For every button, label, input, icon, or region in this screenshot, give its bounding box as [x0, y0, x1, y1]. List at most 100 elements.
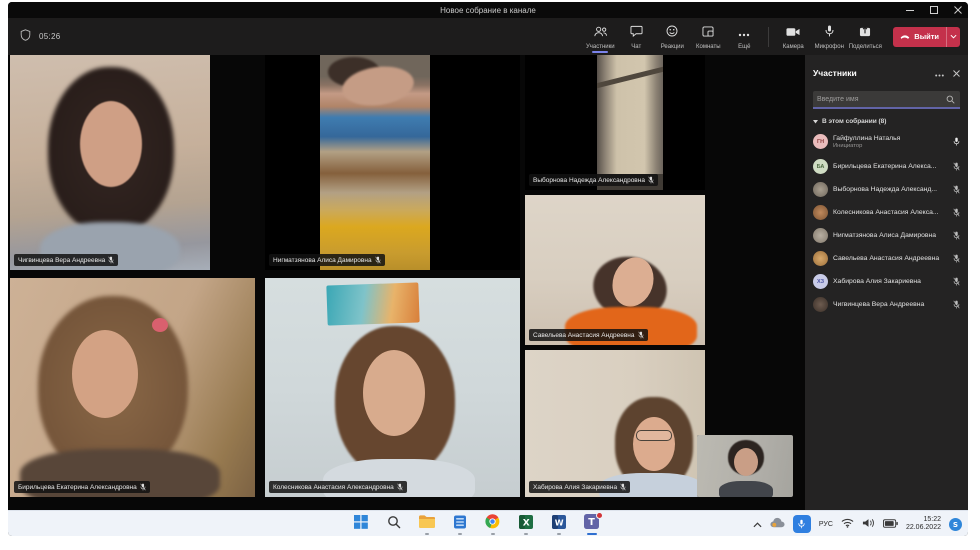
person-face	[363, 350, 425, 436]
participant-row[interactable]: Нигматзянова Алиса Дамировна	[813, 224, 960, 247]
microphone-button[interactable]: Микрофон	[811, 18, 847, 55]
phone-hangup-icon	[900, 32, 910, 41]
running-indicator	[557, 533, 561, 535]
leave-options-chevron[interactable]	[946, 27, 960, 47]
notebook-app-button[interactable]	[451, 513, 468, 535]
self-view-tile[interactable]	[697, 435, 793, 497]
participant-row[interactable]: Чигвинцева Вера Андреевна	[813, 293, 960, 316]
participants-button[interactable]: Участники	[582, 18, 618, 55]
participant-row[interactable]: Выборнова Надежда Александ...	[813, 178, 960, 201]
camera-button[interactable]: Камера	[775, 18, 811, 55]
teams-button[interactable]: T	[583, 513, 600, 535]
mic-muted-icon[interactable]	[950, 208, 960, 217]
microphone-active-icon[interactable]	[793, 515, 811, 533]
chrome-button[interactable]	[484, 513, 501, 535]
participant-name-label: Чигвинцева Вера Андреевна	[14, 254, 118, 266]
word-button[interactable]: W	[550, 513, 567, 535]
video-feed	[597, 55, 663, 190]
share-button[interactable]: Поделиться	[847, 18, 883, 55]
leave-button[interactable]: Выйти	[893, 27, 960, 47]
participant-row[interactable]: Колесникова Анастасия Алекса...	[813, 201, 960, 224]
mic-muted-icon[interactable]	[950, 231, 960, 240]
windows-taskbar: X W T РУС 15:22 22.06.2022	[8, 510, 968, 536]
participant-search[interactable]	[813, 91, 960, 109]
chevron-up-icon[interactable]	[753, 515, 762, 533]
panel-more-icon[interactable]	[935, 64, 944, 82]
participant-row[interactable]: ХЗ Хабирова Алия Закариевна	[813, 270, 960, 293]
video-tile-khabirova[interactable]: Хабирова Алия Закариевна	[525, 350, 705, 497]
running-indicator	[458, 533, 462, 535]
svg-text:S: S	[953, 520, 958, 529]
close-button[interactable]	[954, 6, 962, 14]
minimize-button[interactable]	[906, 6, 914, 14]
participant-name: Хабирова Алия Закариевна	[833, 278, 945, 285]
maximize-button[interactable]	[930, 6, 938, 14]
running-indicator	[491, 533, 495, 535]
share-icon	[859, 24, 871, 42]
search-icon	[946, 95, 960, 104]
participant-row[interactable]: ГН Гайфуллина Наталья Инициатор	[813, 128, 960, 155]
search-input[interactable]	[813, 96, 946, 103]
time-label: 15:22	[906, 516, 941, 524]
rooms-icon	[702, 24, 714, 42]
more-button[interactable]: Ещё	[726, 18, 762, 55]
person-body	[719, 481, 773, 497]
in-meeting-section[interactable]: В этом собрании (8)	[813, 118, 960, 125]
taskbar-search-button[interactable]	[385, 513, 402, 535]
video-tile-savelyeva[interactable]: Савельева Анастасия Андреевна	[525, 195, 705, 345]
participant-row[interactable]: Савельева Анастасия Андреевна	[813, 247, 960, 270]
panel-close-icon[interactable]	[953, 64, 960, 82]
in-meeting-label: В этом собрании (8)	[822, 118, 886, 125]
window-titlebar: Новое собрание в канале	[8, 2, 968, 18]
video-feed	[10, 55, 210, 270]
chat-button[interactable]: Чат	[618, 18, 654, 55]
share-label: Поделиться	[849, 44, 882, 50]
video-tile-kolesnikova[interactable]: Колесникова Анастасия Александровна	[265, 278, 520, 497]
running-indicator-active	[587, 533, 597, 535]
notebook-app-icon	[453, 515, 467, 534]
video-tile-nigmatzyanova[interactable]: Нигматзянова Алиса Дамировна	[265, 55, 520, 270]
video-tile-chigvintseva[interactable]: Чигвинцева Вера Андреевна	[10, 55, 210, 270]
volume-icon[interactable]	[862, 515, 875, 533]
excel-button[interactable]: X	[517, 513, 534, 535]
language-indicator[interactable]: РУС	[819, 521, 833, 528]
participant-name-label: Хабирова Алия Закариевна	[529, 481, 630, 493]
rooms-button[interactable]: Комнаты	[690, 18, 726, 55]
notification-badge	[596, 512, 603, 519]
avatar-photo	[813, 228, 828, 243]
excel-icon: X	[519, 515, 533, 534]
camera-label: Камера	[783, 44, 804, 50]
video-feed	[697, 435, 793, 497]
video-tile-biriltseva[interactable]: Бирильцева Екатерина Александровна	[10, 278, 255, 497]
avatar: БА	[813, 159, 828, 174]
participant-name: Выборнова Надежда Александ...	[833, 186, 945, 193]
file-explorer-button[interactable]	[418, 513, 435, 535]
wifi-icon[interactable]	[841, 515, 854, 533]
avatar-photo	[813, 205, 828, 220]
shield-icon	[20, 28, 31, 46]
onedrive-cloud-icon[interactable]	[770, 515, 785, 533]
skype-icon[interactable]: S	[949, 518, 962, 531]
meeting-stage: Чигвинцева Вера Андреевна Нигматзянова А…	[8, 55, 805, 510]
running-indicator	[524, 533, 528, 535]
battery-icon[interactable]	[883, 515, 898, 533]
mic-muted-icon[interactable]	[950, 162, 960, 171]
video-feed	[10, 278, 255, 497]
mic-muted-icon[interactable]	[950, 300, 960, 309]
mic-muted-icon[interactable]	[950, 277, 960, 286]
glasses	[636, 430, 672, 441]
start-button[interactable]	[352, 513, 369, 535]
chevron-down-icon	[813, 120, 818, 124]
teams-meeting-window: Новое собрание в канале 05:26 Участники …	[8, 2, 968, 536]
mic-muted-icon[interactable]	[950, 185, 960, 194]
clock[interactable]: 15:22 22.06.2022	[906, 516, 941, 533]
participant-row[interactable]: БА Бирильцева Екатерина Алекса...	[813, 155, 960, 178]
video-tile-vybornova[interactable]: Выборнова Надежда Александровна	[525, 55, 705, 190]
participant-name-label: Нигматзянова Алиса Дамировна	[269, 254, 385, 266]
reactions-button[interactable]: Реакции	[654, 18, 690, 55]
participant-name: Гайфуллина Наталья	[833, 135, 945, 142]
mic-on-icon[interactable]	[950, 137, 960, 146]
rooms-label: Комнаты	[696, 44, 721, 50]
mic-muted-icon[interactable]	[950, 254, 960, 263]
mic-muted-icon	[638, 331, 644, 339]
